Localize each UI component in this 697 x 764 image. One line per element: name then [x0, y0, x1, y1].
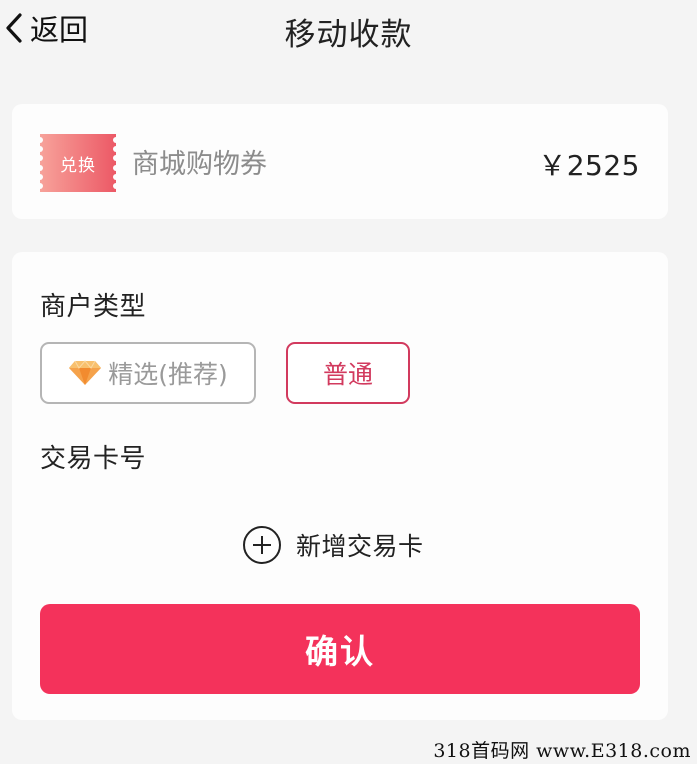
confirm-button[interactable]: 确认 — [40, 604, 640, 694]
voucher-label: 商城购物券 — [132, 149, 267, 180]
coupon-badge: 兑换 — [40, 134, 116, 192]
add-trade-card-button[interactable]: 新增交易卡 — [242, 524, 424, 566]
plus-circle-icon — [242, 525, 282, 565]
merchant-type-normal-label: 普通 — [322, 360, 373, 389]
trade-card-label: 交易卡号 — [40, 444, 147, 474]
diamond-icon — [68, 360, 102, 386]
merchant-type-normal-option[interactable]: 普通 — [286, 342, 410, 404]
merchant-type-label: 商户类型 — [40, 292, 147, 322]
voucher-amount: ￥2525 — [538, 149, 640, 182]
watermark: 318首码网 www.E318.com — [433, 740, 691, 762]
add-trade-card-label: 新增交易卡 — [296, 532, 424, 561]
merchant-type-premium-option[interactable]: 精选(推荐) — [40, 342, 256, 404]
header-bar: 返回 移动收款 — [0, 0, 697, 72]
voucher-card: 兑换 商城购物券 ￥2525 — [12, 104, 668, 219]
form-card: 商户类型 精选(推荐) 普通 交易卡号 新增交易卡 确认 — [12, 252, 668, 720]
page-title: 移动收款 — [284, 17, 413, 53]
merchant-type-premium-label: 精选(推荐) — [108, 360, 228, 389]
coupon-badge-text: 兑换 — [60, 155, 96, 176]
page: 返回 移动收款 兑换 商城购物券 ￥2525 商户类型 精选(推荐) 普通 交易… — [0, 0, 697, 764]
